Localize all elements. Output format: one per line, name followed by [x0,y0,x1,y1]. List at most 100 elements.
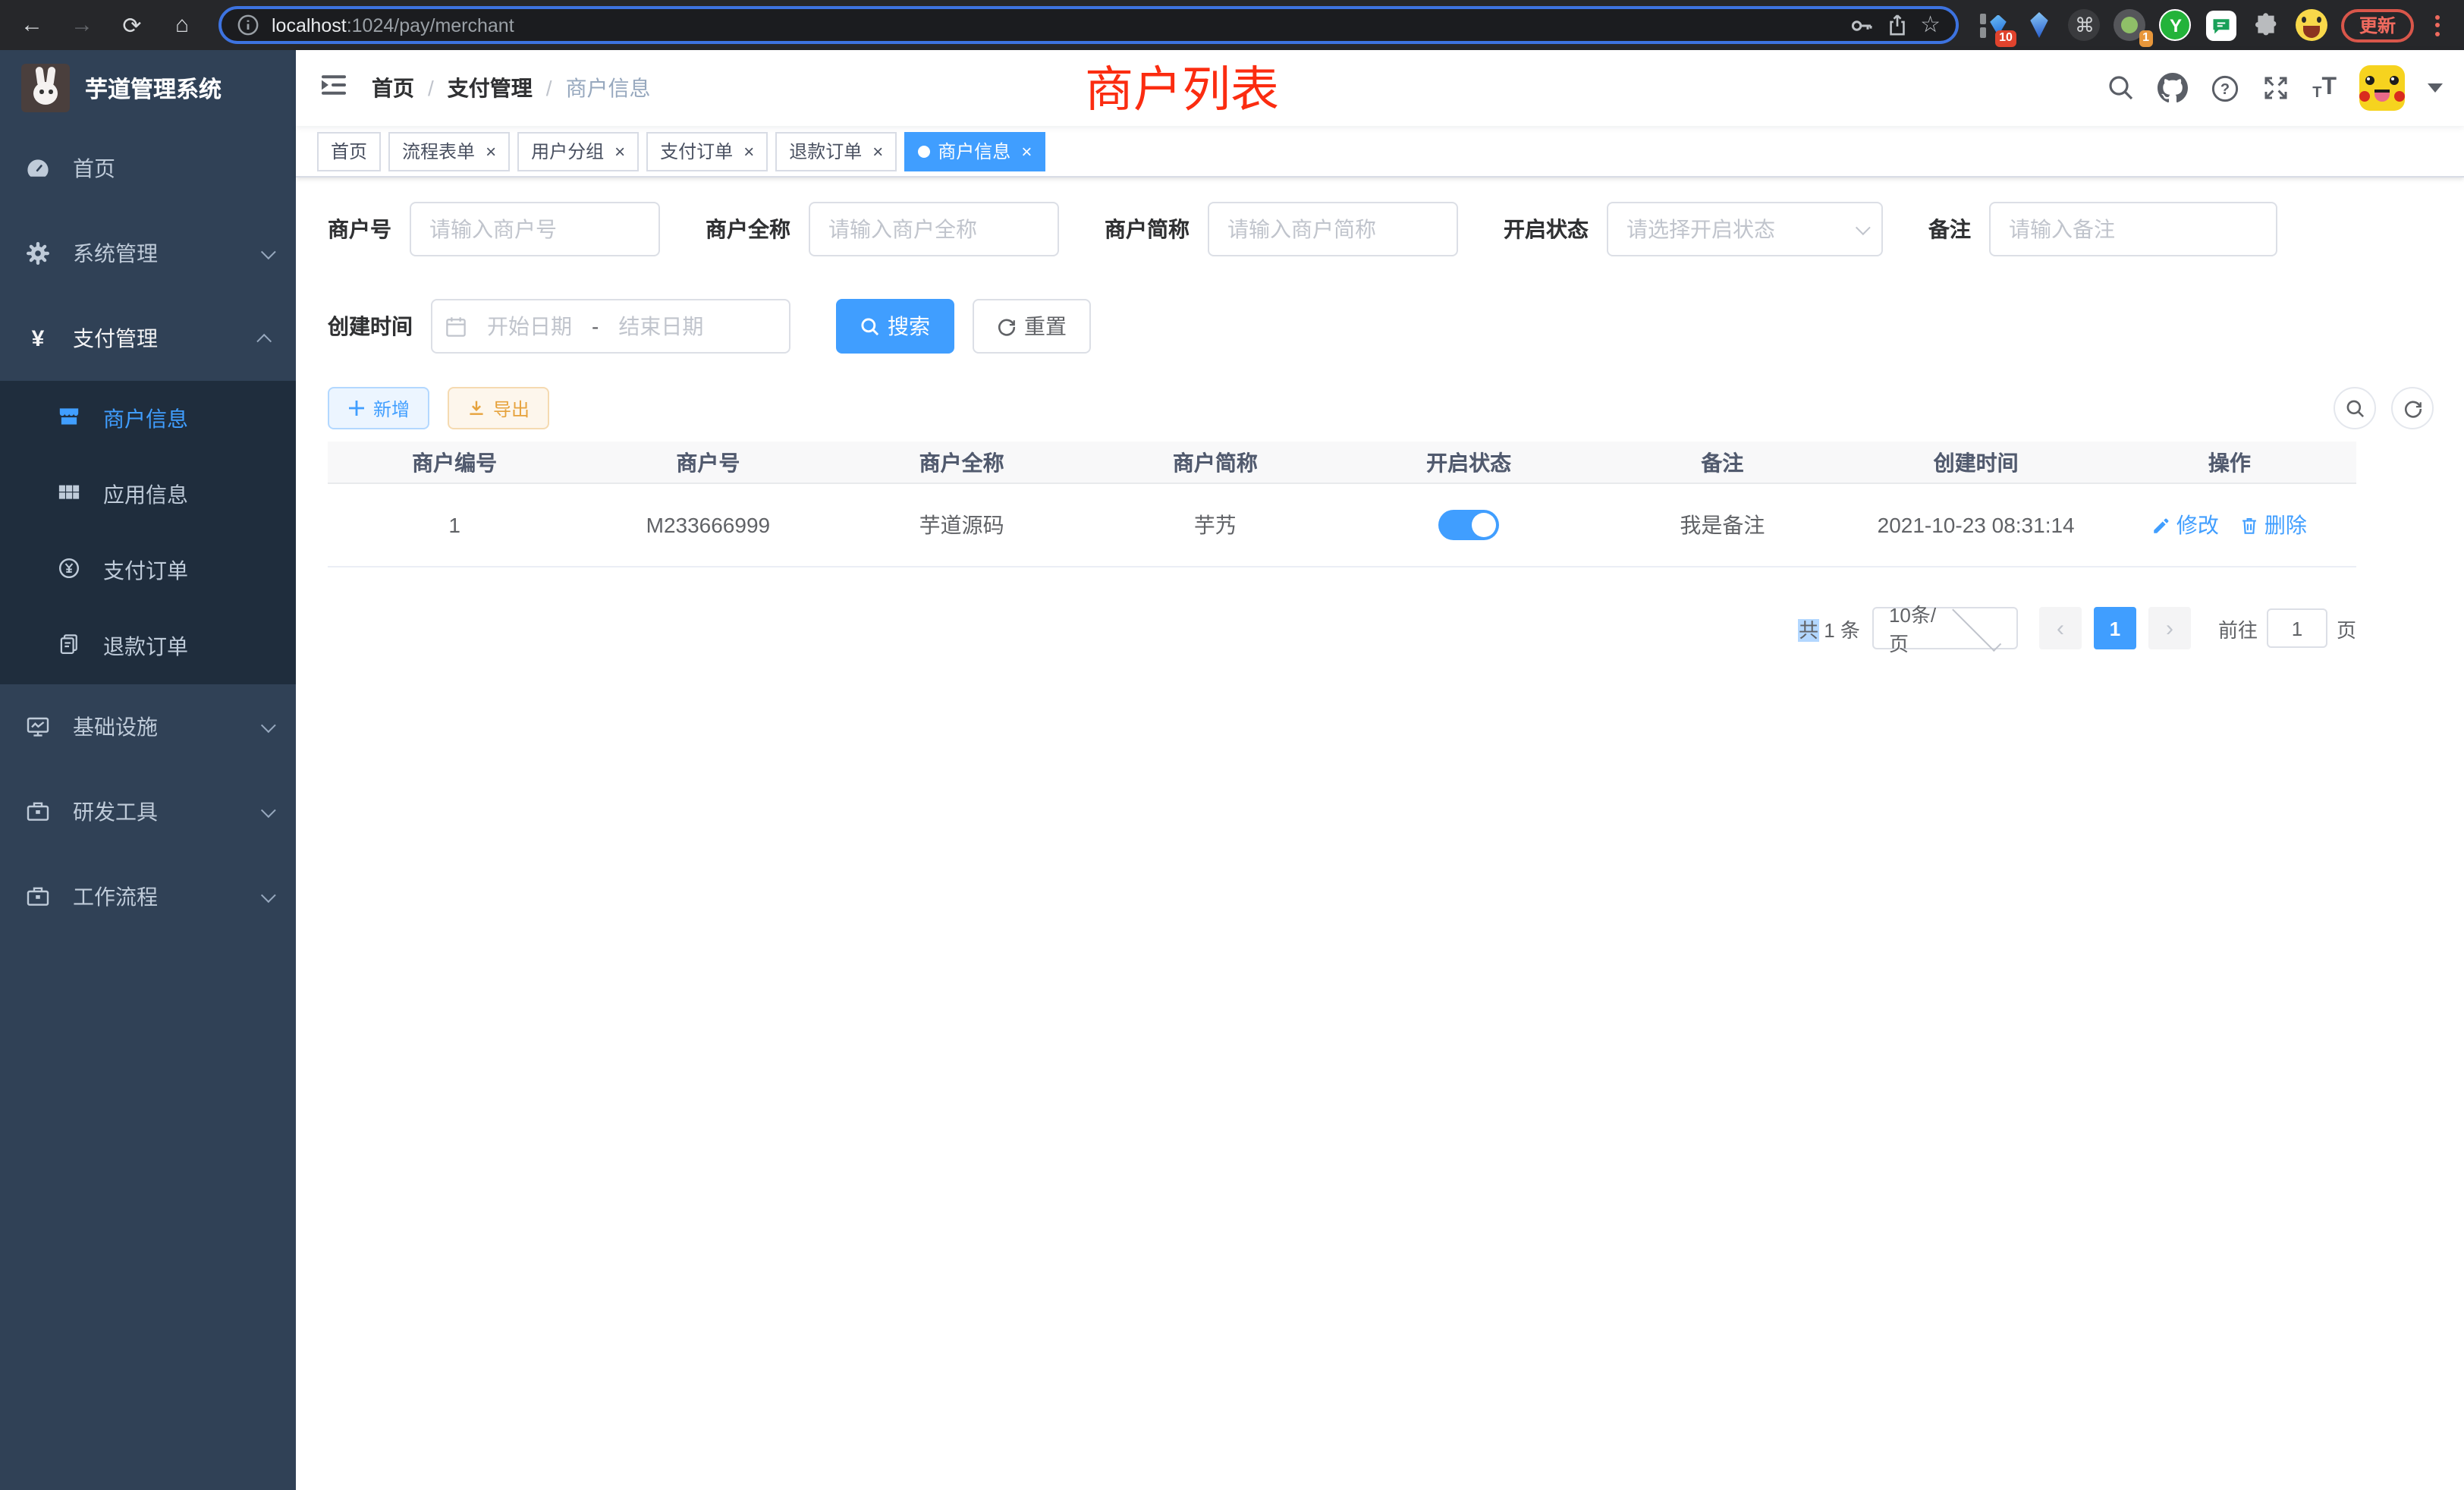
breadcrumb-home[interactable]: 首页 [372,73,414,103]
user-avatar[interactable] [2359,65,2405,111]
bookmark-star-icon[interactable]: ☆ [1920,14,1941,36]
github-icon[interactable] [2158,73,2188,103]
reset-button[interactable]: 重置 [973,299,1091,354]
next-page-button[interactable]: › [2148,607,2191,649]
extensions-puzzle-icon[interactable] [2250,8,2283,42]
extension-command-icon[interactable]: ⌘ [2068,8,2101,42]
merchant-shortname-input[interactable] [1208,202,1458,256]
password-key-icon[interactable] [1849,13,1873,37]
edit-link[interactable]: 修改 [2152,510,2219,540]
prev-page-button[interactable]: ‹ [2039,607,2082,649]
add-button[interactable]: 新增 [328,387,429,429]
url-text: localhost:1024/pay/merchant [272,14,1837,36]
sidebar-item-system[interactable]: 系统管理 [0,211,296,296]
close-icon[interactable]: × [872,142,883,160]
create-time-label: 创建时间 [328,311,413,341]
logo-rabbit-image [21,64,70,112]
sidebar-item-label: 系统管理 [73,238,261,269]
edit-pen-icon [2152,515,2172,535]
create-time-range-picker[interactable]: - [431,299,790,354]
tab-home[interactable]: 首页 [317,131,381,171]
sidebar-toggle-button[interactable] [296,50,372,126]
extension-badge: 1 [2139,30,2153,46]
dashboard-icon [26,156,50,181]
extension-chat-icon[interactable] [2205,8,2238,42]
share-icon[interactable] [1885,14,1908,36]
tab-merchant-info[interactable]: 商户信息× [904,131,1045,171]
close-icon[interactable]: × [614,142,625,160]
extension-recorder-icon[interactable]: 1 [2114,8,2147,42]
start-date-input[interactable] [470,314,589,338]
sidebar-item-label: 退款订单 [103,631,188,662]
show-search-button[interactable] [2334,387,2376,429]
search-button[interactable]: 搜索 [836,299,954,354]
browser-menu-icon[interactable] [2426,8,2449,42]
close-icon[interactable]: × [1021,142,1032,160]
sidebar-item-home[interactable]: 首页 [0,126,296,211]
merchant-fullname-input[interactable] [809,202,1059,256]
sidebar-item-dev-tools[interactable]: 研发工具 [0,769,296,854]
site-info-icon[interactable] [237,14,259,36]
sidebar-item-app-info[interactable]: 应用信息 [0,457,296,533]
close-icon[interactable]: × [743,142,754,160]
tab-user-group[interactable]: 用户分组× [517,131,639,171]
coin-yen-icon [58,557,80,584]
browser-toolbar: ← → ⟳ ⌂ localhost:1024/pay/merchant ☆ 10… [0,0,2464,50]
yen-icon: ¥ [26,325,50,351]
app-logo[interactable]: 芋道管理系统 [0,50,296,126]
browser-reload-button[interactable]: ⟳ [115,8,149,42]
export-button[interactable]: 导出 [448,387,549,429]
close-icon[interactable]: × [486,142,496,160]
sidebar-item-label: 支付订单 [103,555,188,586]
cell-merchant-id: 1 [328,513,581,537]
merchant-no-input[interactable] [410,202,660,256]
help-icon[interactable]: ? [2211,74,2239,102]
header-search-icon[interactable] [2107,74,2135,102]
profile-emoji-icon[interactable] [2296,8,2329,42]
sidebar-item-label: 应用信息 [103,479,188,510]
extension-yuque-icon[interactable]: Y [2159,8,2192,42]
sidebar-item-pay-order[interactable]: 支付订单 [0,533,296,608]
sidebar-item-infrastructure[interactable]: 基础设施 [0,684,296,769]
sidebar-item-label: 基础设施 [73,712,261,742]
sidebar-item-refund-order[interactable]: 退款订单 [0,608,296,684]
end-date-input[interactable] [602,314,720,338]
sidebar-item-label: 首页 [73,153,272,184]
page-number-1[interactable]: 1 [2094,607,2136,649]
delete-link[interactable]: 删除 [2240,510,2307,540]
back-icon: ← [20,12,43,38]
extension-sider-icon[interactable]: 10 [1977,8,2010,42]
tab-flow-form[interactable]: 流程表单× [388,131,510,171]
breadcrumb: 首页 / 支付管理 / 商户信息 [372,73,651,103]
sidebar-item-merchant-info[interactable]: 商户信息 [0,381,296,457]
refresh-table-button[interactable] [2391,387,2434,429]
status-toggle[interactable] [1438,510,1499,540]
sidebar-item-workflow[interactable]: 工作流程 [0,854,296,939]
fullscreen-icon[interactable] [2262,74,2290,102]
address-bar[interactable]: localhost:1024/pay/merchant ☆ [218,6,1959,44]
svg-text:?: ? [2220,80,2230,97]
remark-input[interactable] [1989,202,2277,256]
sidebar-item-payment[interactable]: ¥ 支付管理 [0,296,296,381]
trash-icon [2240,515,2260,535]
breadcrumb-payment[interactable]: 支付管理 [448,73,533,103]
browser-update-button[interactable]: 更新 [2341,8,2414,42]
active-tab-dot [918,145,930,157]
browser-forward-button[interactable]: → [65,8,99,42]
avatar-caret-icon[interactable] [2428,83,2443,93]
extension-gem-icon[interactable] [2022,8,2056,42]
font-size-icon[interactable]: TT [2312,74,2337,102]
page-size-select[interactable]: 10条/页 [1872,607,2018,649]
chevron-down-icon [1953,602,2001,650]
cell-create-time: 2021-10-23 08:31:14 [1850,513,2103,537]
column-header: 操作 [2103,447,2356,477]
browser-home-button[interactable]: ⌂ [165,8,199,42]
status-select[interactable]: 请选择开启状态 [1607,202,1883,256]
column-header: 商户全称 [835,447,1089,477]
tab-refund-order[interactable]: 退款订单× [775,131,897,171]
main-area: 首页 / 支付管理 / 商户信息 商户列表 ? [296,50,2464,1490]
tags-view-bar: 首页 流程表单× 用户分组× 支付订单× 退款订单× 商户信息× [296,126,2464,178]
browser-back-button[interactable]: ← [15,8,49,42]
goto-page-input[interactable] [2267,608,2327,648]
tab-pay-order[interactable]: 支付订单× [646,131,768,171]
